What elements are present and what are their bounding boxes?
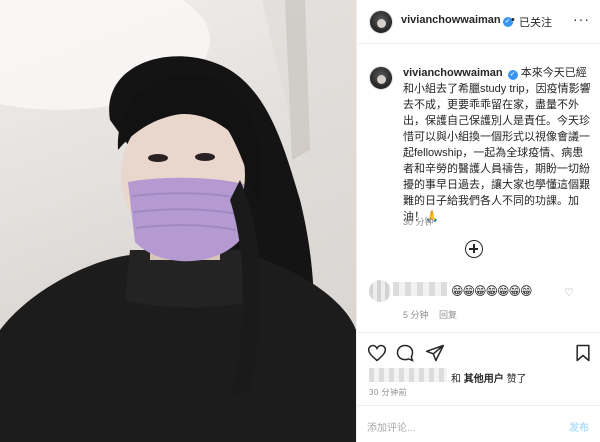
caption-text: vivianchowwaiman ✓ 本來今天已經和小組去了希臘study tr… bbox=[403, 65, 591, 225]
caption-time: 30 分钟 bbox=[403, 217, 434, 227]
heart-icon[interactable] bbox=[367, 343, 387, 363]
likes-others-link[interactable]: 其他用户 bbox=[464, 374, 504, 385]
add-comment-bar: 添加评论... 发布 bbox=[357, 405, 600, 442]
likes-text: 和 其他用户 赞了 bbox=[451, 370, 527, 385]
comment-like-icon[interactable]: ♡ bbox=[564, 286, 574, 299]
post-side-panel: vivianchowwaiman ✓ • 已关注 ··· vivianchowwa… bbox=[356, 0, 600, 442]
liker-name-blurred bbox=[369, 368, 447, 382]
bookmark-icon[interactable] bbox=[573, 343, 593, 363]
caption-body: 本來今天已經和小組去了希臘study trip，因疫情影響去不成，更要乖乖留在家… bbox=[403, 67, 591, 223]
post-header: vivianchowwaiman ✓ • 已关注 ··· bbox=[357, 0, 600, 44]
commenter-name-blurred bbox=[393, 282, 447, 296]
post-photo[interactable] bbox=[0, 0, 356, 442]
comment-meta: 5 分钟 回复 bbox=[403, 308, 465, 321]
action-bar bbox=[357, 332, 600, 372]
caption-username[interactable]: vivianchowwaiman bbox=[403, 67, 503, 79]
post-timestamp: 30 分钟前 bbox=[369, 388, 408, 397]
likes-and: 和 bbox=[451, 374, 461, 385]
post-photo-illustration bbox=[0, 0, 356, 442]
author-avatar[interactable] bbox=[369, 10, 393, 34]
caption-verified-badge-icon: ✓ bbox=[507, 70, 518, 80]
more-options-icon[interactable]: ··· bbox=[573, 11, 590, 27]
author-username[interactable]: vivianchowwaiman ✓ bbox=[401, 14, 513, 27]
comment-text: 😁😁😁😁😁😁😁 bbox=[451, 284, 533, 298]
share-icon[interactable] bbox=[425, 343, 445, 363]
caption-section: vivianchowwaiman ✓ 本來今天已經和小組去了希臘study tr… bbox=[357, 44, 600, 276]
comment-input[interactable]: 添加评论... bbox=[367, 419, 415, 434]
likes-summary: 和 其他用户 赞了 bbox=[357, 368, 600, 386]
comment-time: 5 分钟 bbox=[403, 310, 429, 320]
commenter-avatar-blurred bbox=[369, 280, 391, 302]
comment-icon[interactable] bbox=[395, 343, 415, 363]
load-more-comments-icon[interactable] bbox=[465, 240, 483, 258]
likes-liked: 赞了 bbox=[506, 374, 527, 385]
caption-avatar[interactable] bbox=[369, 66, 393, 90]
follow-status-button[interactable]: 已关注 bbox=[519, 14, 552, 30]
post-comment-button[interactable]: 发布 bbox=[569, 419, 589, 434]
comment-reply-button[interactable]: 回复 bbox=[439, 310, 457, 320]
header-separator: • bbox=[511, 14, 515, 26]
comment-item: 😁😁😁😁😁😁😁 ♡ 5 分钟 回复 bbox=[357, 278, 600, 326]
